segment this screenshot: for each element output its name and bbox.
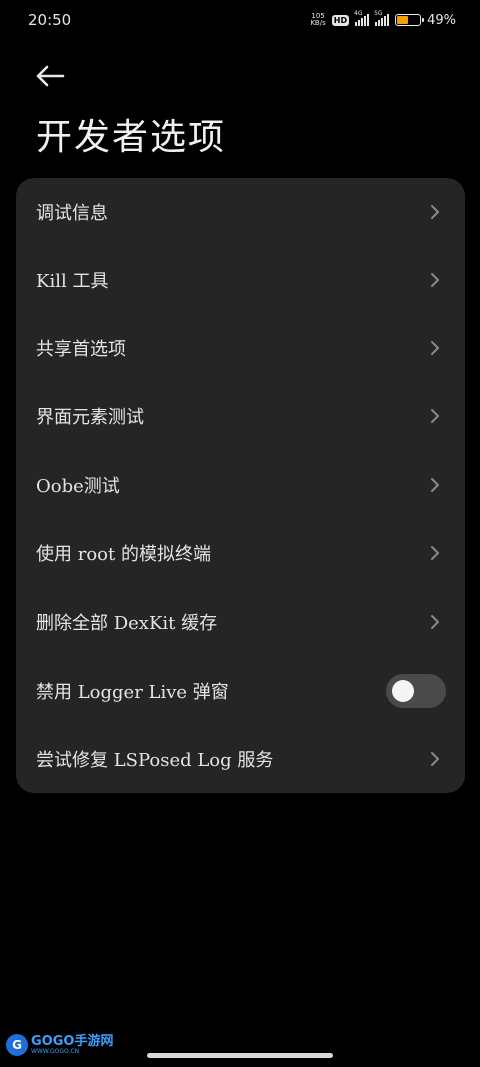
menu-item-label: 尝试修复 LSPosed Log 服务 — [36, 750, 274, 771]
menu-item-label: Oobe测试 — [36, 476, 120, 497]
menu-item-debug-info[interactable]: 调试信息 — [16, 178, 465, 246]
status-icons: 105 KB/s HD 4G 5G 49% — [310, 10, 456, 28]
back-button[interactable] — [30, 58, 70, 94]
menu-item-fix-lsposed-log-service[interactable]: 尝试修复 LSPosed Log 服务 — [16, 725, 465, 793]
menu-item-disable-logger-live-popup[interactable]: 禁用 Logger Live 弹窗 — [16, 657, 465, 725]
home-indicator[interactable] — [147, 1053, 333, 1058]
page-title: 开发者选项 — [36, 117, 227, 158]
watermark-brand: GOGO手游网 — [31, 1034, 114, 1049]
battery-icon — [395, 14, 425, 26]
logger-live-popup-toggle[interactable] — [386, 674, 446, 708]
signal-sim1-icon: 4G — [354, 10, 370, 26]
menu-item-label: 使用 root 的模拟终端 — [36, 544, 211, 565]
gogo-logo-icon: G — [6, 1034, 28, 1056]
watermark-logo: G GOGO手游网 WWW.GOGO.CN — [6, 1034, 113, 1056]
chevron-right-icon — [425, 749, 445, 769]
chevron-right-icon — [425, 338, 445, 358]
menu-item-label: 界面元素测试 — [36, 407, 144, 428]
chevron-right-icon — [425, 202, 445, 222]
settings-card: 调试信息 Kill 工具 共享首选项 界面元素测试 Oobe测试 使用 root… — [16, 178, 465, 793]
menu-item-ui-element-test[interactable]: 界面元素测试 — [16, 382, 465, 450]
menu-item-label: 调试信息 — [36, 203, 108, 224]
chevron-right-icon — [425, 270, 445, 290]
status-bar: 20:50 105 KB/s HD 4G 5G 49% — [0, 0, 480, 40]
menu-item-label: Kill 工具 — [36, 271, 109, 292]
status-time: 20:50 — [28, 11, 72, 29]
menu-item-label: 共享首选项 — [36, 339, 126, 360]
battery-level-fill — [397, 16, 408, 24]
battery-percent: 49% — [427, 12, 456, 28]
network-speed: 105 KB/s — [310, 12, 326, 27]
menu-item-clear-dexkit-cache[interactable]: 删除全部 DexKit 缓存 — [16, 588, 465, 656]
signal-sim2-icon: 5G — [374, 10, 390, 26]
chevron-right-icon — [425, 543, 445, 563]
arrow-left-icon — [36, 65, 65, 87]
menu-item-root-terminal[interactable]: 使用 root 的模拟终端 — [16, 519, 465, 587]
chevron-right-icon — [425, 475, 445, 495]
menu-item-kill-tool[interactable]: Kill 工具 — [16, 246, 465, 314]
watermark-url: WWW.GOGO.CN — [31, 1048, 80, 1055]
menu-item-label: 禁用 Logger Live 弹窗 — [36, 682, 229, 703]
hd-voice-icon: HD — [331, 14, 350, 26]
toggle-knob — [392, 680, 414, 702]
menu-item-shared-prefs[interactable]: 共享首选项 — [16, 314, 465, 382]
chevron-right-icon — [425, 612, 445, 632]
menu-item-oobe-test[interactable]: Oobe测试 — [16, 451, 465, 519]
chevron-right-icon — [425, 406, 445, 426]
menu-item-label: 删除全部 DexKit 缓存 — [36, 613, 218, 634]
